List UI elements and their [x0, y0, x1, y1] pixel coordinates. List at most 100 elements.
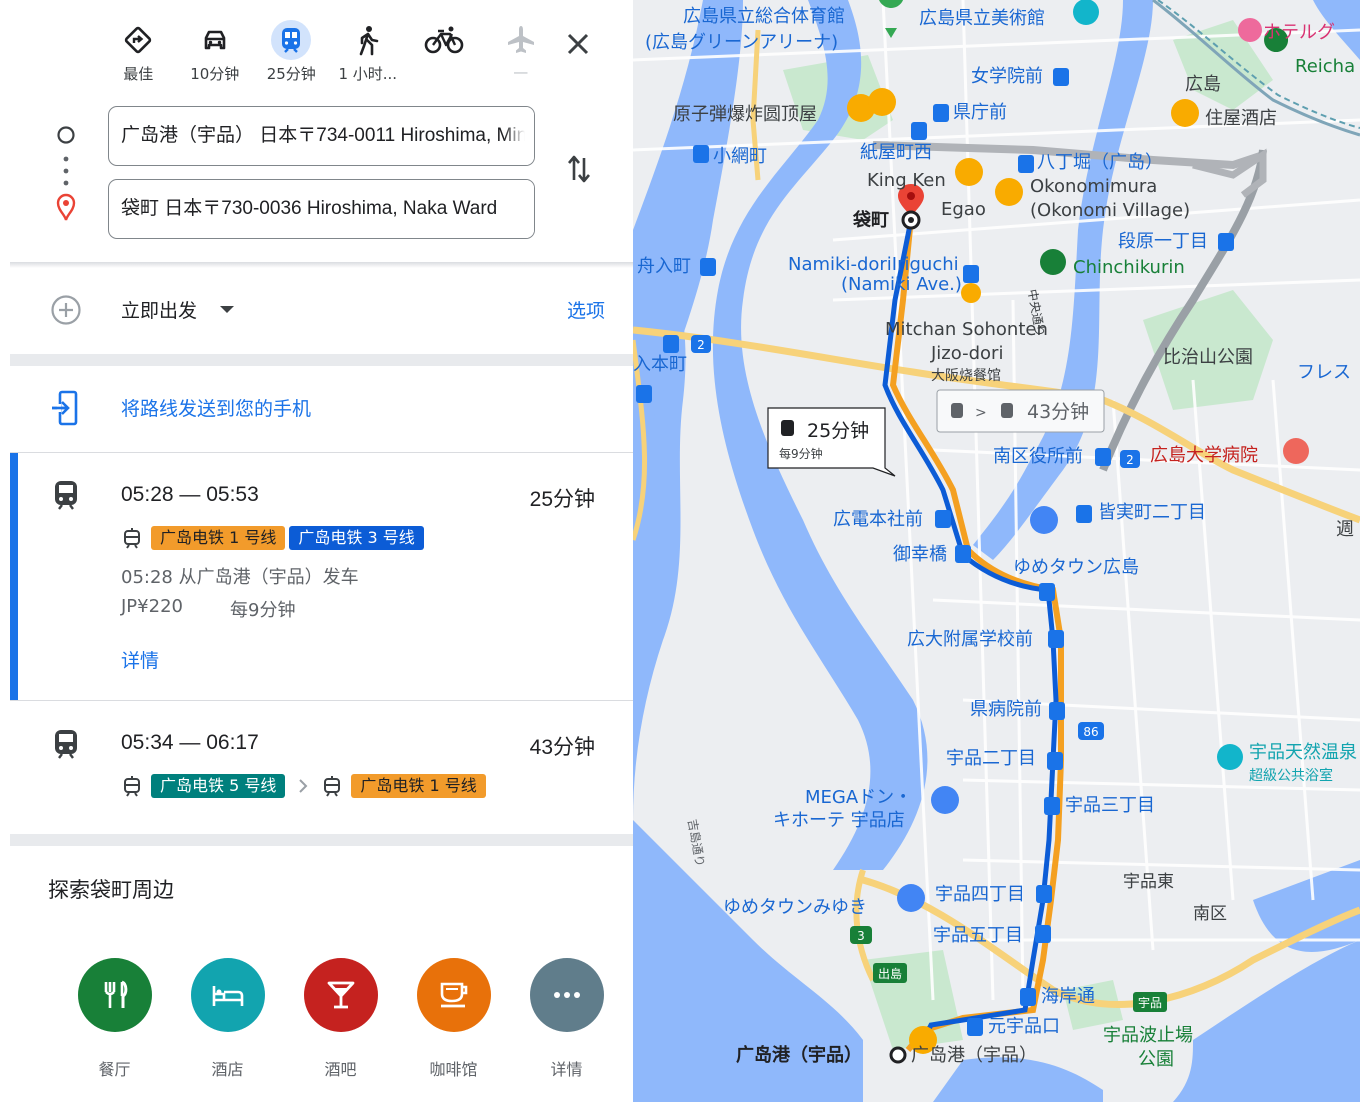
route-callout-25[interactable]: 25分钟 每9分钟: [767, 407, 896, 477]
svg-text:大阪烧餐馆: 大阪烧餐馆: [931, 368, 1001, 384]
svg-text:43分钟: 43分钟: [1027, 401, 1089, 423]
svg-text:南区: 南区: [1193, 904, 1227, 924]
destination-input[interactable]: 袋町 日本〒730-0036 Hiroshima, Naka Ward: [108, 179, 535, 239]
category-cafe[interactable]: 咖啡馆: [397, 958, 510, 1088]
more-icon: [529, 958, 604, 1032]
svg-text:宇品: 宇品: [1138, 996, 1162, 1010]
svg-text:ホテルグ: ホテルグ: [1263, 22, 1335, 43]
mode-best-label: 最佳: [123, 65, 154, 83]
trip-lines: 广岛电铁 5 号线 广岛电铁 1 号线: [121, 773, 486, 799]
svg-text:広大附属学校前: 広大附属学校前: [907, 629, 1033, 650]
svg-text:住屋酒店: 住屋酒店: [1205, 108, 1277, 129]
swap-icon: [568, 155, 590, 183]
svg-text:(広島グリーンアリーナ): (広島グリーンアリーナ): [645, 32, 838, 53]
map-svg[interactable]: 2 2 3 86 出島 宇品 > 43分钟 25分钟 每9分钟 広島県立総合体育…: [633, 0, 1360, 1102]
svg-text:>: >: [975, 405, 987, 421]
svg-text:週: 週: [1336, 519, 1354, 540]
svg-text:御幸橋: 御幸橋: [893, 544, 947, 565]
map-canvas[interactable]: 2 2 3 86 出島 宇品 > 43分钟 25分钟 每9分钟 広島県立総合体育…: [633, 0, 1360, 1102]
plane-icon: [501, 20, 541, 60]
tram-icon: [124, 776, 140, 797]
tram-icon: [324, 776, 341, 797]
send-to-phone-row[interactable]: 将路线发送到您的手机: [10, 366, 633, 452]
origin-input[interactable]: 广岛港（宇品） 日本〒734-0011 Hiroshima, Minami Wa…: [108, 106, 535, 166]
svg-text:舟入町: 舟入町: [637, 256, 691, 277]
directions-icon: [118, 20, 158, 60]
mode-walk[interactable]: 1 小时...: [330, 18, 407, 88]
walk-icon: [348, 20, 388, 60]
explore-categories: 餐厅 酒店 酒吧 咖啡馆 详情: [58, 958, 623, 1088]
send-to-phone-label: 将路线发送到您的手机: [121, 398, 312, 420]
route-connector-icon: [56, 126, 76, 221]
svg-text:元宇品口: 元宇品口: [988, 1016, 1060, 1037]
swap-button[interactable]: [562, 150, 596, 188]
travel-mode-bar: 最佳 10分钟 25分钟 1 小时... —: [100, 18, 559, 88]
category-restaurant[interactable]: 餐厅: [58, 958, 171, 1088]
svg-text:広島大学病院: 広島大学病院: [1150, 445, 1258, 466]
chevron-right-icon: [299, 779, 308, 793]
svg-text:86: 86: [1083, 725, 1098, 739]
close-icon: [567, 33, 589, 55]
mode-best[interactable]: 最佳: [100, 18, 177, 88]
line-badge: 广岛电铁 1 号线: [351, 774, 486, 798]
trip-duration: 43分钟: [529, 736, 595, 759]
trip-details-link[interactable]: 详情: [121, 646, 159, 673]
tram-icon: [124, 528, 140, 549]
svg-text:广岛港（宇品）: 广岛港（宇品）: [911, 1045, 1037, 1066]
svg-text:2: 2: [697, 338, 705, 352]
options-link[interactable]: 选项: [567, 296, 605, 323]
close-button[interactable]: [560, 26, 596, 62]
mode-bike[interactable]: [406, 18, 483, 88]
trip-option-2[interactable]: 05:34 — 06:17 43分钟 广岛电铁 5 号线 广岛电铁 1 号线: [10, 701, 633, 833]
svg-text:宇品二丁目: 宇品二丁目: [946, 748, 1036, 769]
svg-text:25分钟: 25分钟: [807, 420, 869, 442]
mode-flight[interactable]: —: [483, 18, 560, 88]
category-bar[interactable]: 酒吧: [284, 958, 397, 1088]
trip-depart-text: 05:28 从广岛港（宇品）发车: [121, 567, 359, 588]
category-label: 酒店: [211, 1060, 244, 1079]
svg-text:宇品波止場: 宇品波止場: [1103, 1025, 1193, 1046]
svg-text:Chinchikurin: Chinchikurin: [1073, 257, 1185, 278]
trip-option-1[interactable]: 05:28 — 05:53 25分钟 广岛电铁 1 号线 广岛电铁 3 号线 0…: [10, 453, 633, 700]
route-callout-43[interactable]: > 43分钟: [936, 389, 1105, 433]
svg-text:超級公共浴室: 超級公共浴室: [1249, 767, 1333, 784]
line-badge: 广岛电铁 1 号线: [151, 526, 286, 550]
category-hotel[interactable]: 酒店: [171, 958, 284, 1088]
svg-text:广岛港（宇品）: 广岛港（宇品）: [736, 1044, 862, 1066]
svg-text:出島: 出島: [878, 966, 902, 981]
category-label: 咖啡馆: [429, 1060, 478, 1079]
mode-drive[interactable]: 10分钟: [177, 18, 254, 88]
car-icon: [195, 20, 235, 60]
train-icon: [55, 481, 77, 510]
mode-flight-label: —: [513, 63, 529, 81]
svg-text:袋町: 袋町: [852, 209, 889, 231]
svg-text:原子弾爆炸圆顶屋: 原子弾爆炸圆顶屋: [673, 104, 817, 125]
train-icon: [271, 20, 312, 60]
svg-text:皆実町二丁目: 皆実町二丁目: [1098, 502, 1206, 523]
category-more[interactable]: 详情: [510, 958, 623, 1088]
selected-indicator: [10, 453, 18, 700]
svg-text:King Ken: King Ken: [867, 170, 946, 191]
svg-text:Okonomimura: Okonomimura: [1030, 176, 1157, 197]
depart-time-row: 立即出发 选项: [10, 272, 633, 352]
svg-text:Namiki-doriIriguchi: Namiki-doriIriguchi: [788, 254, 959, 275]
svg-text:広電本社前: 広電本社前: [833, 509, 923, 530]
send-to-phone-icon: [52, 390, 78, 426]
svg-text:公園: 公園: [1138, 1049, 1174, 1070]
svg-text:小網町: 小網町: [713, 146, 767, 167]
section-divider: [10, 354, 633, 366]
chevron-down-icon[interactable]: [220, 306, 234, 313]
bar-icon: [303, 958, 378, 1032]
origin-marker-icon[interactable]: [889, 1046, 907, 1064]
section-divider: [10, 834, 633, 846]
svg-text:入本町: 入本町: [633, 354, 687, 375]
line-badge: 广岛电铁 3 号线: [289, 526, 424, 550]
mode-transit[interactable]: 25分钟: [253, 18, 330, 88]
add-circle-icon[interactable]: [50, 294, 82, 326]
svg-text:比治山公園: 比治山公園: [1163, 347, 1253, 368]
trip-duration: 25分钟: [529, 488, 595, 511]
mode-drive-label: 10分钟: [190, 65, 240, 83]
restaurant-icon: [77, 958, 152, 1032]
depart-time-select[interactable]: 立即出发: [121, 296, 197, 323]
svg-text:県庁前: 県庁前: [953, 102, 1007, 123]
